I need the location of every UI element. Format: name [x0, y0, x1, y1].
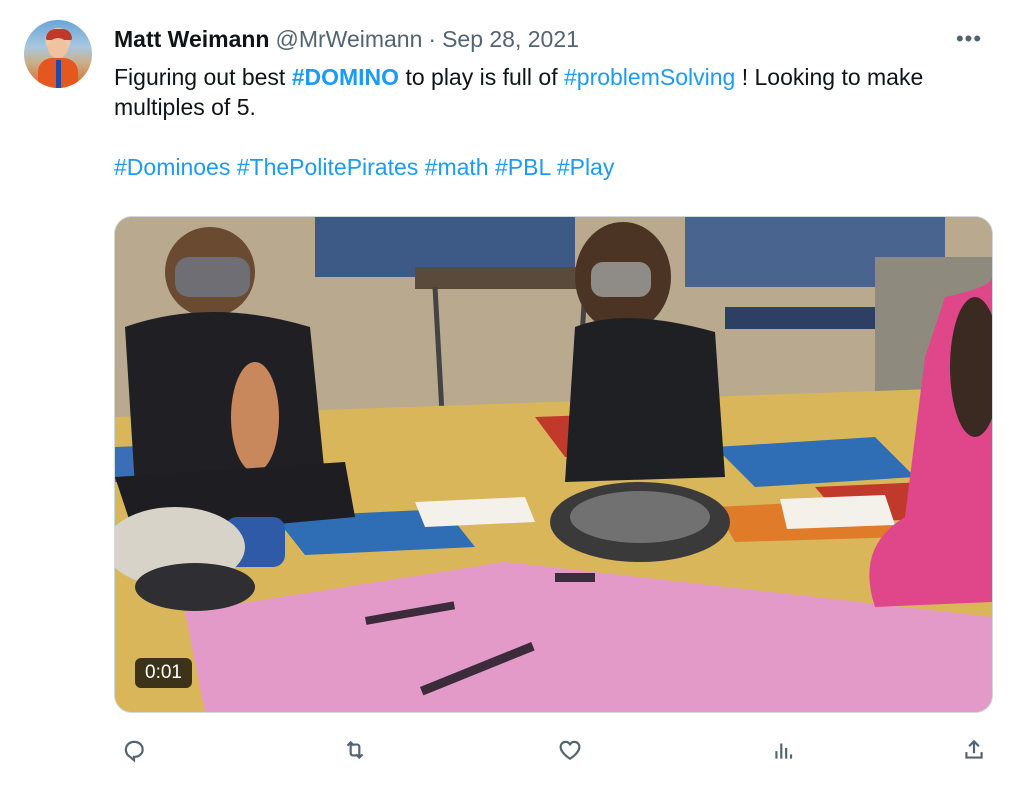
author-handle[interactable]: @MrWeimann: [275, 26, 422, 53]
video-timestamp: 0:01: [135, 658, 192, 688]
share-icon: [965, 739, 983, 759]
avatar-face: [48, 38, 68, 58]
reply-button[interactable]: [114, 730, 154, 770]
like-icon: [559, 740, 581, 760]
text-part-1: Figuring out best: [114, 64, 292, 90]
views-button[interactable]: [764, 730, 804, 770]
tweet-text: Figuring out best #DOMINO to play is ful…: [114, 62, 994, 182]
share-button[interactable]: [954, 730, 994, 770]
avatar-tie: [56, 60, 61, 88]
tweet-body: Figuring out best #DOMINO to play is ful…: [114, 62, 994, 122]
hashtag-math[interactable]: #math: [425, 154, 489, 180]
retweet-button[interactable]: [335, 730, 375, 770]
video-frame: [115, 217, 992, 712]
tweet-date[interactable]: Sep 28, 2021: [442, 26, 579, 53]
retweet-icon: [346, 740, 364, 760]
tweet-header: Matt Weimann @MrWeimann · Sep 28, 2021: [114, 22, 579, 56]
hashtag-problemsolving[interactable]: #problemSolving: [564, 64, 735, 90]
text-part-2: to play is full of: [399, 64, 564, 90]
author-avatar[interactable]: [24, 20, 92, 88]
tweet-actions: [114, 730, 994, 770]
separator-dot: ·: [428, 25, 437, 52]
reply-icon: [124, 740, 144, 763]
hashtag-play[interactable]: #Play: [557, 154, 615, 180]
hashtag-thepolitepirates[interactable]: #ThePolitePirates: [237, 154, 419, 180]
author-name[interactable]: Matt Weimann: [114, 26, 269, 53]
views-icon: [775, 743, 793, 759]
like-button[interactable]: [550, 730, 590, 770]
video-player[interactable]: 0:01: [114, 216, 993, 713]
hashtag-dominoes[interactable]: #Dominoes: [114, 154, 230, 180]
more-options-button[interactable]: •••: [949, 22, 989, 56]
hashtag-domino[interactable]: #DOMINO: [292, 64, 399, 90]
hashtag-line: #Dominoes #ThePolitePirates #math #PBL #…: [114, 152, 994, 182]
hashtag-pbl[interactable]: #PBL: [495, 154, 550, 180]
